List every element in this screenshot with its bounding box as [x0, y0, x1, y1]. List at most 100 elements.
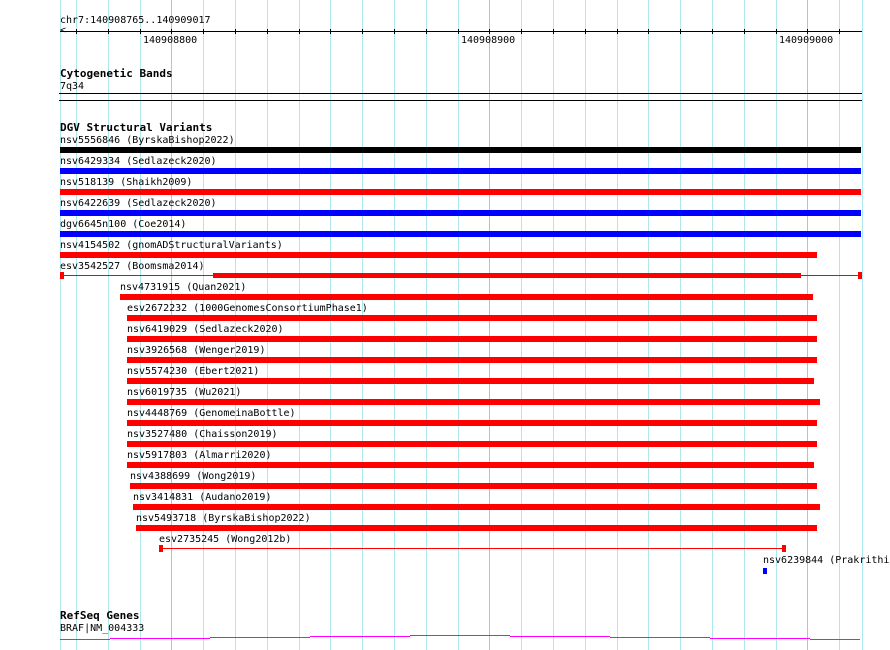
grid-line: [394, 0, 395, 650]
feature-label[interactable]: nsv518139 (Shaikh2009): [60, 177, 192, 188]
feature-label[interactable]: nsv3926568 (Wenger2019): [127, 345, 265, 356]
variant-bar[interactable]: [127, 441, 817, 447]
tick-label: 140908800: [143, 35, 198, 46]
variant-end-cap[interactable]: [60, 272, 64, 279]
grid-line: [521, 0, 522, 650]
ruler-tick: [299, 29, 300, 34]
band-border-top: [59, 93, 862, 94]
track-title: RefSeq Genes: [60, 609, 140, 622]
grid-line: [299, 0, 300, 650]
variant-bar[interactable]: [120, 294, 813, 300]
grid-line: [712, 0, 713, 650]
variant-bar[interactable]: [127, 399, 820, 405]
variant-bar[interactable]: [127, 462, 814, 468]
variant-bar[interactable]: [60, 168, 861, 174]
ruler-tick: [267, 29, 268, 34]
feature-label[interactable]: esv2735245 (Wong2012b): [159, 534, 291, 545]
ruler-tick: [712, 29, 713, 34]
grid-line: [680, 0, 681, 650]
grid-line: [362, 0, 363, 650]
variant-bar[interactable]: [136, 525, 817, 531]
ruler-tick: [235, 29, 236, 34]
grid-line: [807, 0, 808, 650]
variant-bar[interactable]: [127, 315, 817, 321]
variant-end-cap[interactable]: [159, 545, 163, 552]
variant-bar[interactable]: [127, 420, 817, 426]
gene-segment: [60, 639, 110, 640]
ruler-tick: [839, 29, 840, 34]
ruler-tick: [362, 29, 363, 34]
grid-line: [553, 0, 554, 650]
feature-label[interactable]: nsv4731915 (Quan2021): [120, 282, 246, 293]
feature-label[interactable]: nsv4154502 (gnomADStructuralVariants): [60, 240, 283, 251]
track-title: DGV Structural Variants: [60, 121, 213, 134]
gene-segment: [410, 635, 510, 636]
variant-bar[interactable]: [60, 231, 861, 237]
variant-bar[interactable]: [763, 568, 767, 574]
ruler-tick: [489, 29, 490, 34]
ruler-line: [60, 31, 862, 32]
feature-label[interactable]: nsv3414831 (Audano2019): [133, 492, 271, 503]
ruler-tick: [203, 29, 204, 34]
ruler-tick: [585, 29, 586, 34]
grid-line: [617, 0, 618, 650]
variant-bar[interactable]: [133, 504, 820, 510]
variant-inner-bar[interactable]: [213, 273, 801, 278]
feature-label[interactable]: esv3542527 (Boomsma2014): [60, 261, 205, 272]
ruler-tick: [171, 29, 172, 34]
grid-line: [648, 0, 649, 650]
variant-bar[interactable]: [127, 336, 817, 342]
variant-bar[interactable]: [60, 210, 861, 216]
band-border-bottom: [59, 100, 862, 101]
ruler-tick: [140, 29, 141, 34]
feature-label[interactable]: nsv3527480 (Chaisson2019): [127, 429, 278, 440]
ruler-tick: [648, 29, 649, 34]
gene-segment: [510, 636, 610, 637]
variant-bar[interactable]: [60, 252, 817, 258]
gene-segment: [710, 638, 810, 639]
grid-line: [60, 0, 61, 650]
gene-segment: [610, 637, 710, 638]
variant-bar[interactable]: [60, 189, 861, 195]
variant-end-cap[interactable]: [782, 545, 786, 552]
feature-label[interactable]: nsv4388699 (Wong2019): [130, 471, 256, 482]
gene-label[interactable]: BRAF|NM_004333: [60, 623, 144, 634]
feature-label[interactable]: nsv6429334 (Sedlazeck2020): [60, 156, 217, 167]
gene-segment: [210, 637, 310, 638]
feature-label[interactable]: nsv6422639 (Sedlazeck2020): [60, 198, 217, 209]
tick-label: 140908900: [461, 35, 516, 46]
feature-label[interactable]: nsv4448769 (GenomeinaBottle): [127, 408, 296, 419]
feature-label[interactable]: nsv6239844 (Prakrithi2: [763, 555, 890, 566]
ruler-tick: [521, 29, 522, 34]
tick-label: 140909000: [779, 35, 834, 46]
grid-line: [489, 0, 490, 650]
feature-label[interactable]: nsv6419029 (Sedlazeck2020): [127, 324, 284, 335]
ruler-tick: [458, 29, 459, 34]
grid-line: [108, 0, 109, 650]
range-label: chr7:140908765..140909017: [60, 15, 211, 26]
ruler-tick: [553, 29, 554, 34]
grid-line: [426, 0, 427, 650]
feature-label[interactable]: nsv5574230 (Ebert2021): [127, 366, 259, 377]
variant-bar[interactable]: [127, 378, 814, 384]
grid-line: [458, 0, 459, 650]
grid-line: [776, 0, 777, 650]
variant-bar[interactable]: [127, 357, 817, 363]
variant-end-cap[interactable]: [858, 272, 862, 279]
grid-line: [76, 0, 77, 650]
ruler-tick: [108, 29, 109, 34]
gene-segment: [810, 639, 860, 640]
feature-label[interactable]: dgv6645n100 (Coe2014): [60, 219, 186, 230]
variant-bar[interactable]: [60, 147, 861, 153]
grid-line: [839, 0, 840, 650]
feature-label[interactable]: nsv5917803 (Almarri2020): [127, 450, 272, 461]
variant-bar[interactable]: [130, 483, 817, 489]
feature-label[interactable]: nsv5493718 (ByrskaBishop2022): [136, 513, 311, 524]
grid-line: [862, 0, 863, 650]
feature-label[interactable]: esv2672232 (1000GenomesConsortiumPhase1): [127, 303, 368, 314]
variant-line[interactable]: [159, 548, 785, 549]
band-label[interactable]: 7q34: [60, 81, 84, 92]
feature-label[interactable]: nsv5556846 (ByrskaBishop2022): [60, 135, 235, 146]
feature-label[interactable]: nsv6019735 (Wu2021): [127, 387, 241, 398]
track-title: Cytogenetic Bands: [60, 67, 173, 80]
